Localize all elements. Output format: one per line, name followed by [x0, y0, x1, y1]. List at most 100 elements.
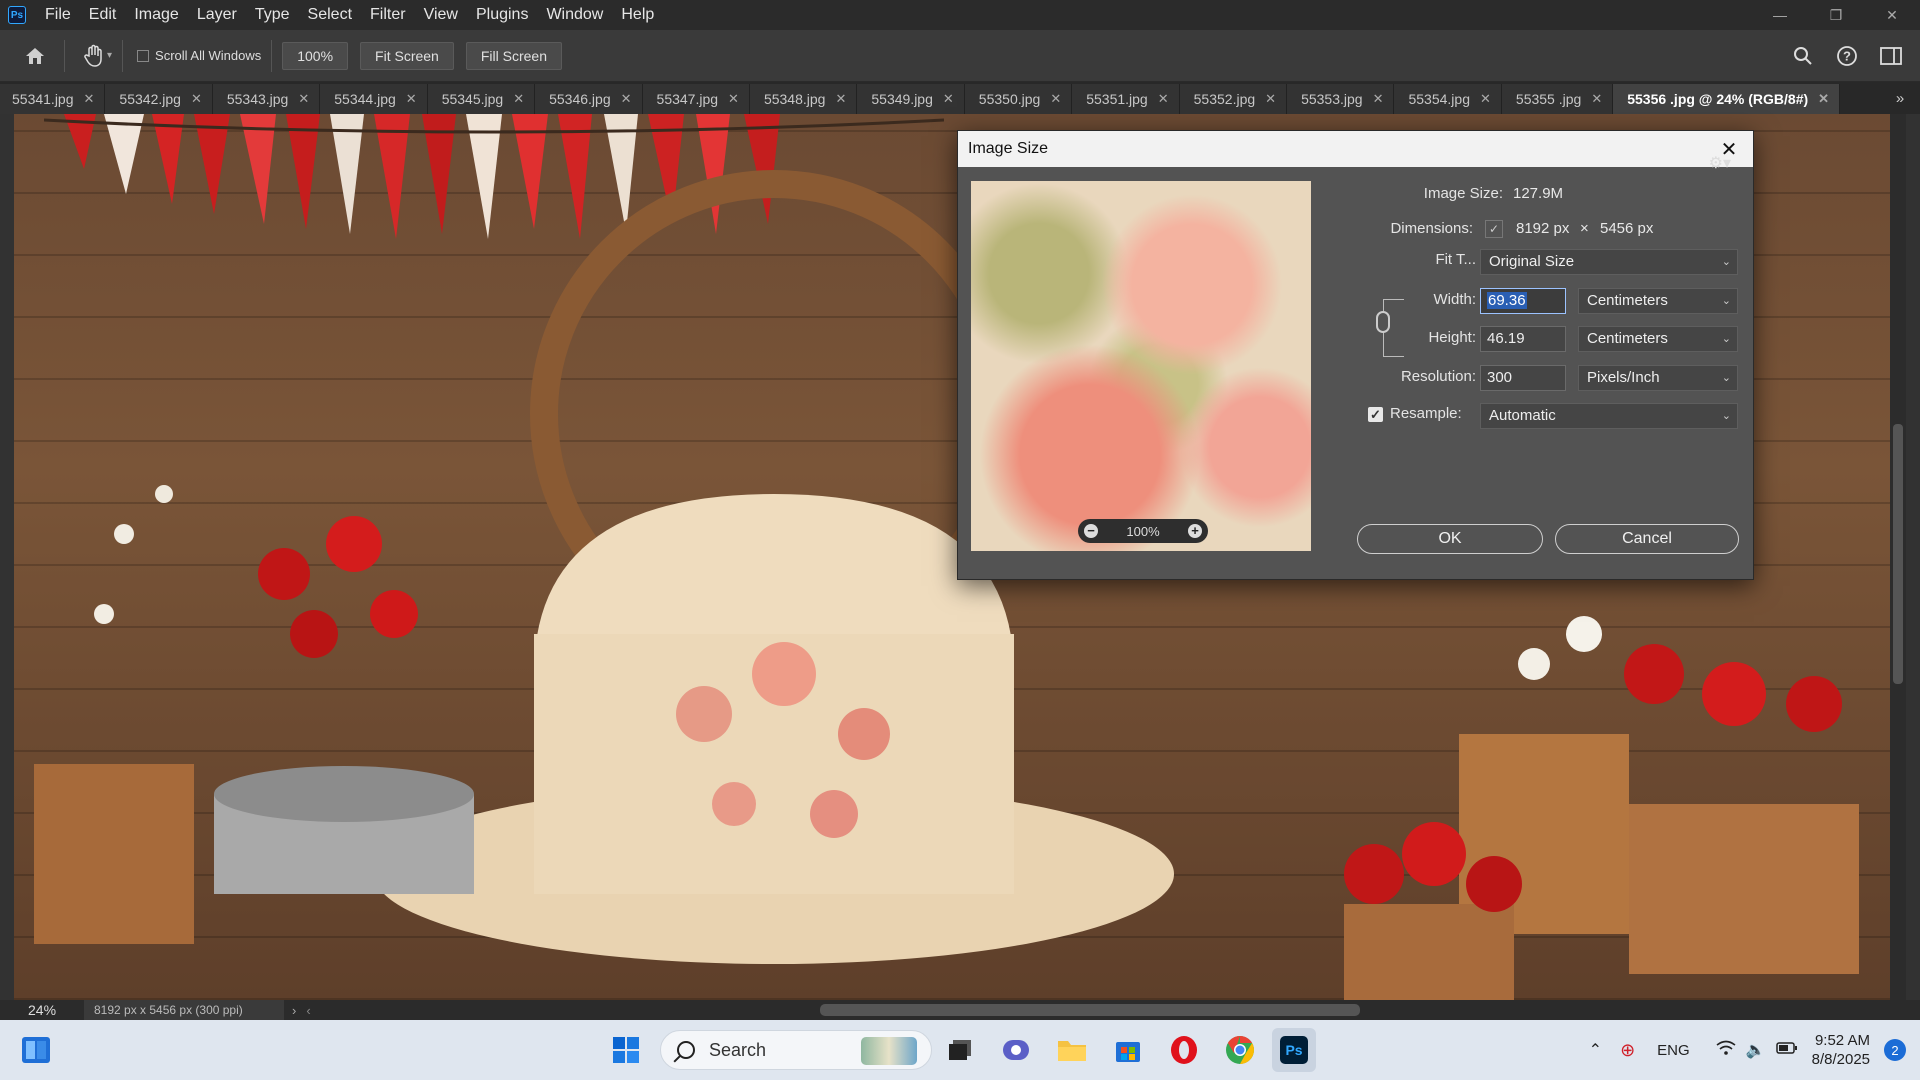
close-icon[interactable]: ✕ [1480, 91, 1491, 107]
resolution-unit-select[interactable]: Pixels/Inch ⌄ [1578, 365, 1738, 391]
menu-file[interactable]: File [36, 0, 80, 30]
photoshop-taskbar-icon[interactable]: Ps [1272, 1028, 1316, 1072]
width-unit-select[interactable]: Centimeters ⌄ [1578, 288, 1738, 314]
tabs-overflow-icon[interactable]: » [1880, 82, 1920, 114]
tab-55349[interactable]: 55349.jpg ✕ [857, 84, 965, 114]
widgets-icon[interactable] [14, 1028, 58, 1072]
zoom-100-button[interactable]: 100% [282, 41, 349, 70]
opera-icon[interactable] [1162, 1028, 1206, 1072]
tab-55348[interactable]: 55348.jpg ✕ [749, 84, 858, 114]
tab-55345[interactable]: 55345.jpg ✕ [427, 84, 536, 114]
image-size-value: 127.9M [1513, 185, 1564, 202]
tab-55343[interactable]: 55343.jpg ✕ [212, 84, 321, 114]
close-icon[interactable]: ✕ [406, 91, 417, 107]
wifi-icon[interactable] [1716, 1040, 1736, 1060]
close-icon[interactable]: ✕ [191, 91, 202, 107]
restore-icon[interactable]: ❐ [1808, 0, 1864, 30]
menu-edit[interactable]: Edit [80, 0, 126, 30]
close-icon[interactable]: ✕ [728, 91, 739, 107]
home-icon[interactable] [16, 37, 54, 75]
fill-screen-button[interactable]: Fill Screen [465, 41, 562, 70]
gear-icon[interactable]: ⚙▾ [1709, 153, 1731, 173]
meet-icon[interactable] [994, 1028, 1038, 1072]
menu-filter[interactable]: Filter [361, 0, 415, 30]
menu-image[interactable]: Image [125, 0, 187, 30]
width-input[interactable]: 69.36 [1480, 288, 1566, 314]
help-icon[interactable]: ? [1828, 37, 1866, 75]
hscroll-left-icon[interactable]: ‹ [306, 1003, 310, 1018]
fit-screen-button[interactable]: Fit Screen [360, 41, 454, 70]
scroll-all-windows-checkbox[interactable]: Scroll All Windows [137, 48, 261, 63]
clock[interactable]: 9:52 AM 8/8/2025 [1812, 1031, 1870, 1069]
resample-select[interactable]: Automatic ⌄ [1480, 403, 1738, 429]
search-icon[interactable] [1784, 37, 1822, 75]
close-icon[interactable]: ✕ [84, 91, 95, 107]
close-icon[interactable]: ✕ [943, 91, 954, 107]
cancel-button[interactable]: Cancel [1555, 524, 1739, 554]
close-icon[interactable]: ✕ [298, 91, 309, 107]
close-icon[interactable]: ✕ [1591, 91, 1602, 107]
close-icon[interactable]: ✕ [1050, 91, 1061, 107]
tab-55353[interactable]: 55353.jpg ✕ [1287, 84, 1395, 114]
close-icon[interactable]: ✕ [1158, 91, 1169, 107]
zoom-out-icon[interactable]: − [1084, 524, 1098, 538]
menu-view[interactable]: View [415, 0, 467, 30]
resample-checkbox[interactable]: ✓ [1368, 407, 1383, 422]
tab-55356-active[interactable]: 55356 .jpg @ 24% (RGB/8#) ✕ [1613, 84, 1841, 114]
resolution-input[interactable]: 300 [1480, 365, 1566, 391]
menu-help[interactable]: Help [612, 0, 663, 30]
chrome-icon[interactable] [1218, 1028, 1262, 1072]
tab-55350[interactable]: 55350.jpg ✕ [964, 84, 1073, 114]
battery-icon[interactable] [1775, 1041, 1798, 1059]
workspace-icon[interactable] [1872, 37, 1910, 75]
vpn-icon[interactable]: ⊕ [1620, 1040, 1635, 1061]
height-input[interactable]: 46.19 [1480, 326, 1566, 352]
notification-badge[interactable]: 2 [1884, 1039, 1906, 1061]
constrain-proportions-link-icon[interactable] [1376, 311, 1390, 333]
close-icon[interactable]: ✕ [621, 91, 632, 107]
tab-55344[interactable]: 55344.jpg ✕ [320, 84, 428, 114]
tab-55346[interactable]: 55346.jpg ✕ [535, 84, 643, 114]
status-chevron-icon[interactable]: › [292, 1003, 296, 1018]
close-icon[interactable]: ✕ [513, 91, 524, 107]
close-window-icon[interactable]: ✕ [1864, 0, 1920, 30]
menu-type[interactable]: Type [246, 0, 299, 30]
close-icon[interactable]: ✕ [1265, 91, 1276, 107]
taskbar-search-input[interactable]: Search [660, 1030, 932, 1070]
horizontal-scrollbar-thumb[interactable] [820, 1004, 1360, 1016]
image-preview[interactable]: − 100% + [971, 181, 1311, 551]
dimensions-dropdown-icon[interactable]: ✓ [1485, 220, 1503, 238]
tab-55354[interactable]: 55354.jpg ✕ [1394, 84, 1502, 114]
tab-55341[interactable]: 55341.jpg ✕ [0, 84, 106, 114]
close-icon[interactable]: ✕ [1818, 91, 1829, 107]
menu-plugins[interactable]: Plugins [467, 0, 537, 30]
ok-button[interactable]: OK [1357, 524, 1543, 554]
close-icon[interactable]: ✕ [1373, 91, 1384, 107]
tab-55355[interactable]: 55355 .jpg ✕ [1501, 84, 1614, 114]
menu-layer[interactable]: Layer [188, 0, 246, 30]
zoom-in-icon[interactable]: + [1188, 524, 1202, 538]
menu-select[interactable]: Select [299, 0, 361, 30]
dialog-title-bar[interactable]: Image Size ✕ [958, 131, 1753, 167]
close-icon[interactable]: ✕ [835, 91, 846, 107]
scrollbar-thumb[interactable] [1893, 424, 1903, 684]
store-icon[interactable] [1106, 1028, 1150, 1072]
task-view-icon[interactable] [938, 1028, 982, 1072]
tab-55352[interactable]: 55352.jpg ✕ [1179, 84, 1288, 114]
file-explorer-icon[interactable] [1050, 1028, 1094, 1072]
menu-window[interactable]: Window [537, 0, 612, 30]
tab-55342[interactable]: 55342.jpg ✕ [105, 84, 213, 114]
checkbox-box[interactable] [137, 49, 150, 62]
tool-preset-chevron-icon[interactable]: ▾ [107, 50, 112, 61]
fit-to-select[interactable]: Original Size ⌄ [1480, 249, 1738, 275]
tab-55351[interactable]: 55351.jpg ✕ [1072, 84, 1180, 114]
zoom-level[interactable]: 24% [0, 1002, 84, 1018]
minimize-icon[interactable]: — [1752, 0, 1808, 30]
language-indicator[interactable]: ENG [1657, 1042, 1690, 1059]
vertical-scrollbar[interactable] [1890, 114, 1906, 1000]
chevron-up-icon[interactable]: ⌃ [1589, 1040, 1602, 1060]
start-icon[interactable] [604, 1028, 648, 1072]
tab-55347[interactable]: 55347.jpg ✕ [642, 84, 750, 114]
height-unit-select[interactable]: Centimeters ⌄ [1578, 326, 1738, 352]
volume-muted-icon[interactable]: 🔈 [1746, 1040, 1766, 1060]
